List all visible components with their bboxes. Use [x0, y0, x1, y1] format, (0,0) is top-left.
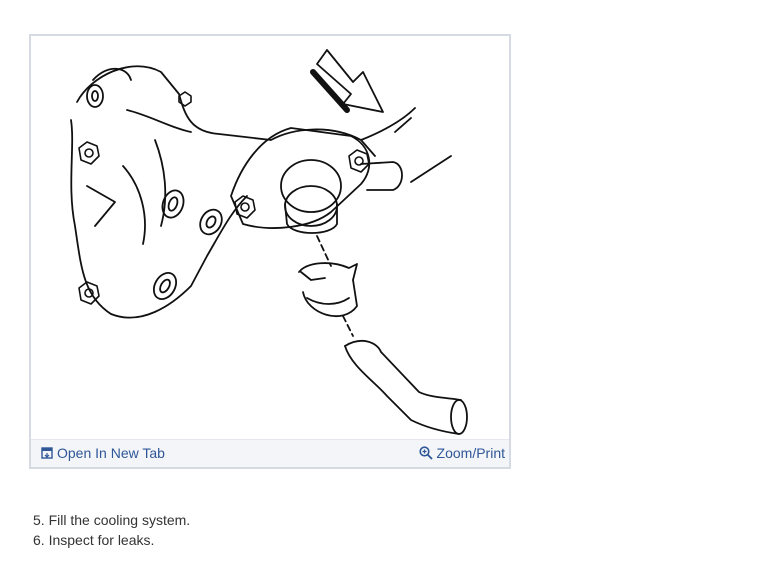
- open-new-tab-icon: [41, 447, 53, 459]
- instruction-steps: 5. Fill the cooling system. 6. Inspect f…: [33, 510, 190, 550]
- hose: [344, 339, 468, 435]
- direction-arrow: [310, 49, 384, 113]
- hose-clamp: [298, 262, 358, 317]
- zoom-print-label: Zoom/Print: [436, 445, 505, 461]
- step-item: 6. Inspect for leaks.: [33, 532, 155, 548]
- step-item: 5. Fill the cooling system.: [33, 512, 191, 528]
- open-new-tab-link[interactable]: Open In New Tab: [41, 445, 165, 461]
- zoom-icon: [418, 446, 433, 460]
- zoom-print-link[interactable]: Zoom/Print: [418, 445, 505, 461]
- open-new-tab-label: Open In New Tab: [57, 445, 165, 461]
- figure-toolbar: Open In New Tab Zoom/Print: [31, 439, 509, 467]
- engine-diagram-image: [70, 49, 468, 435]
- bolt: [78, 91, 370, 305]
- figure-frame: Open In New Tab Zoom/Print: [29, 34, 511, 469]
